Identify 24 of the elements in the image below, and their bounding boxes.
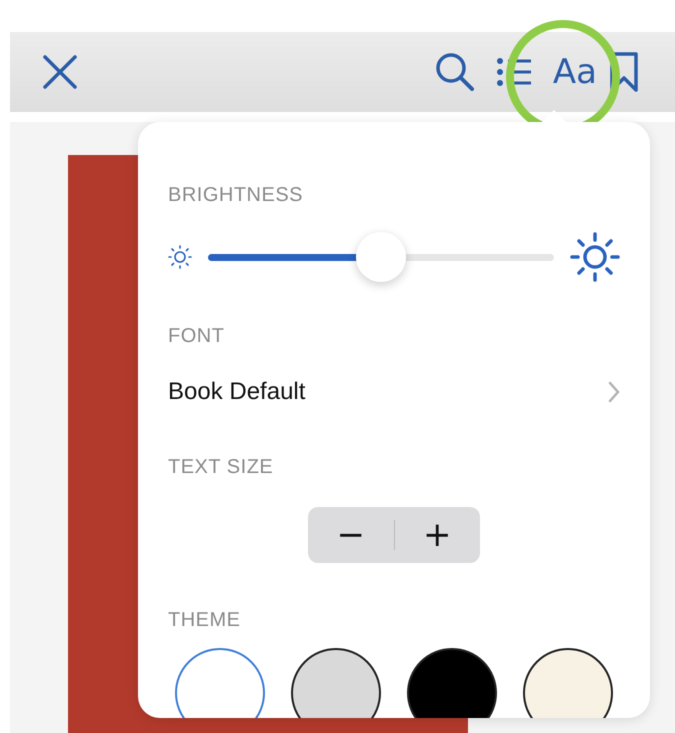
brightness-label: BRIGHTNESS [168,184,304,207]
chevron-icon [608,381,620,403]
search-button[interactable] [434,52,475,92]
dim-sun-icon [168,245,192,269]
text-size-label: TEXT SIZE [168,456,274,479]
close-button[interactable] [42,54,78,90]
bright-sun-icon [570,232,620,282]
increase-button[interactable]: + [394,507,480,563]
contents-button[interactable] [496,57,531,87]
bookmark-icon [609,51,639,93]
search-icon [434,52,475,92]
list-icon [496,57,531,87]
theme-swatch[interactable] [291,648,381,718]
theme-label: THEME [168,609,242,632]
close-icon [42,54,78,90]
decrease-button[interactable]: − [308,507,394,563]
theme-swatch[interactable] [407,648,497,718]
font-selector[interactable]: Book Default [168,378,620,406]
bookmark-button[interactable] [609,51,639,93]
font-label: FONT [168,325,226,348]
brightness-slider[interactable] [206,231,556,283]
theme-swatch[interactable] [523,648,613,718]
font-settings-button[interactable]: Aa [552,55,597,89]
theme-swatch[interactable] [175,648,265,718]
